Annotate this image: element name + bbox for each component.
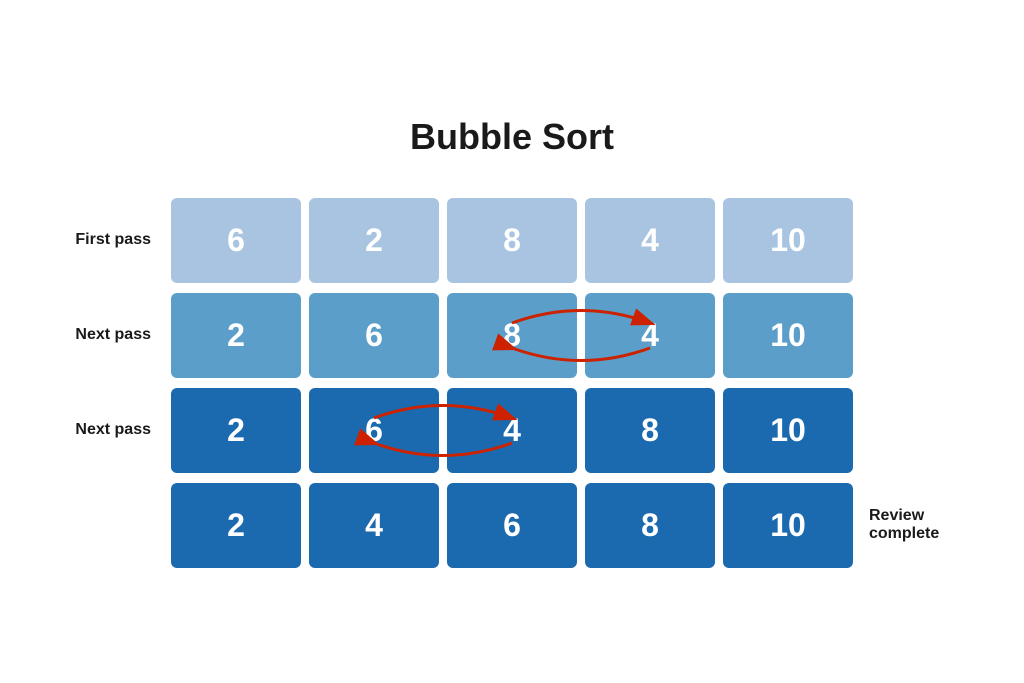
row-3-cells-wrapper: 2 6 4 8 10: [171, 388, 853, 473]
cell-r2-4: 10: [723, 293, 853, 378]
row-2-label: Next pass: [61, 326, 171, 344]
row-1-cells: 6 2 8 4 10: [171, 198, 853, 283]
cell-r1-2: 8: [447, 198, 577, 283]
row-2-cells: 2 6 8 4 10: [171, 293, 853, 378]
cell-r3-2: 4: [447, 388, 577, 473]
row-1-label: First pass: [61, 231, 171, 249]
cell-r2-0: 2: [171, 293, 301, 378]
row-3-cells: 2 6 4 8 10: [171, 388, 853, 473]
row-4-cells: 2 4 6 8 10: [171, 483, 853, 568]
cell-r4-2: 6: [447, 483, 577, 568]
cell-r3-1: 6: [309, 388, 439, 473]
row-4-cells-wrapper: 2 4 6 8 10: [171, 483, 853, 568]
row-4: placeholder 2 4 6 8 10 Reviewcomplete: [61, 483, 963, 568]
cell-r2-1: 6: [309, 293, 439, 378]
cell-r2-3: 4: [585, 293, 715, 378]
cell-r1-3: 4: [585, 198, 715, 283]
cell-r1-0: 6: [171, 198, 301, 283]
row-2-cells-wrapper: 2 6 8 4 10: [171, 293, 853, 378]
cell-r1-4: 10: [723, 198, 853, 283]
cell-r2-2: 8: [447, 293, 577, 378]
cell-r4-3: 8: [585, 483, 715, 568]
row-3: Next pass 2 6 4 8 10: [61, 388, 963, 473]
row-3-label: Next pass: [61, 421, 171, 439]
cell-r4-4: 10: [723, 483, 853, 568]
row-2: Next pass 2 6 8 4 10: [61, 293, 963, 378]
diagram: First pass 6 2 8 4 10 Next pass 2 6 8 4 …: [61, 198, 963, 568]
cell-r4-0: 2: [171, 483, 301, 568]
cell-r4-1: 4: [309, 483, 439, 568]
cell-r3-4: 10: [723, 388, 853, 473]
cell-r3-0: 2: [171, 388, 301, 473]
row-1: First pass 6 2 8 4 10: [61, 198, 963, 283]
row-1-cells-wrapper: 6 2 8 4 10: [171, 198, 853, 283]
cell-r1-1: 2: [309, 198, 439, 283]
cell-r3-3: 8: [585, 388, 715, 473]
page-title: Bubble Sort: [410, 116, 614, 158]
row-4-suffix: Reviewcomplete: [853, 507, 963, 543]
